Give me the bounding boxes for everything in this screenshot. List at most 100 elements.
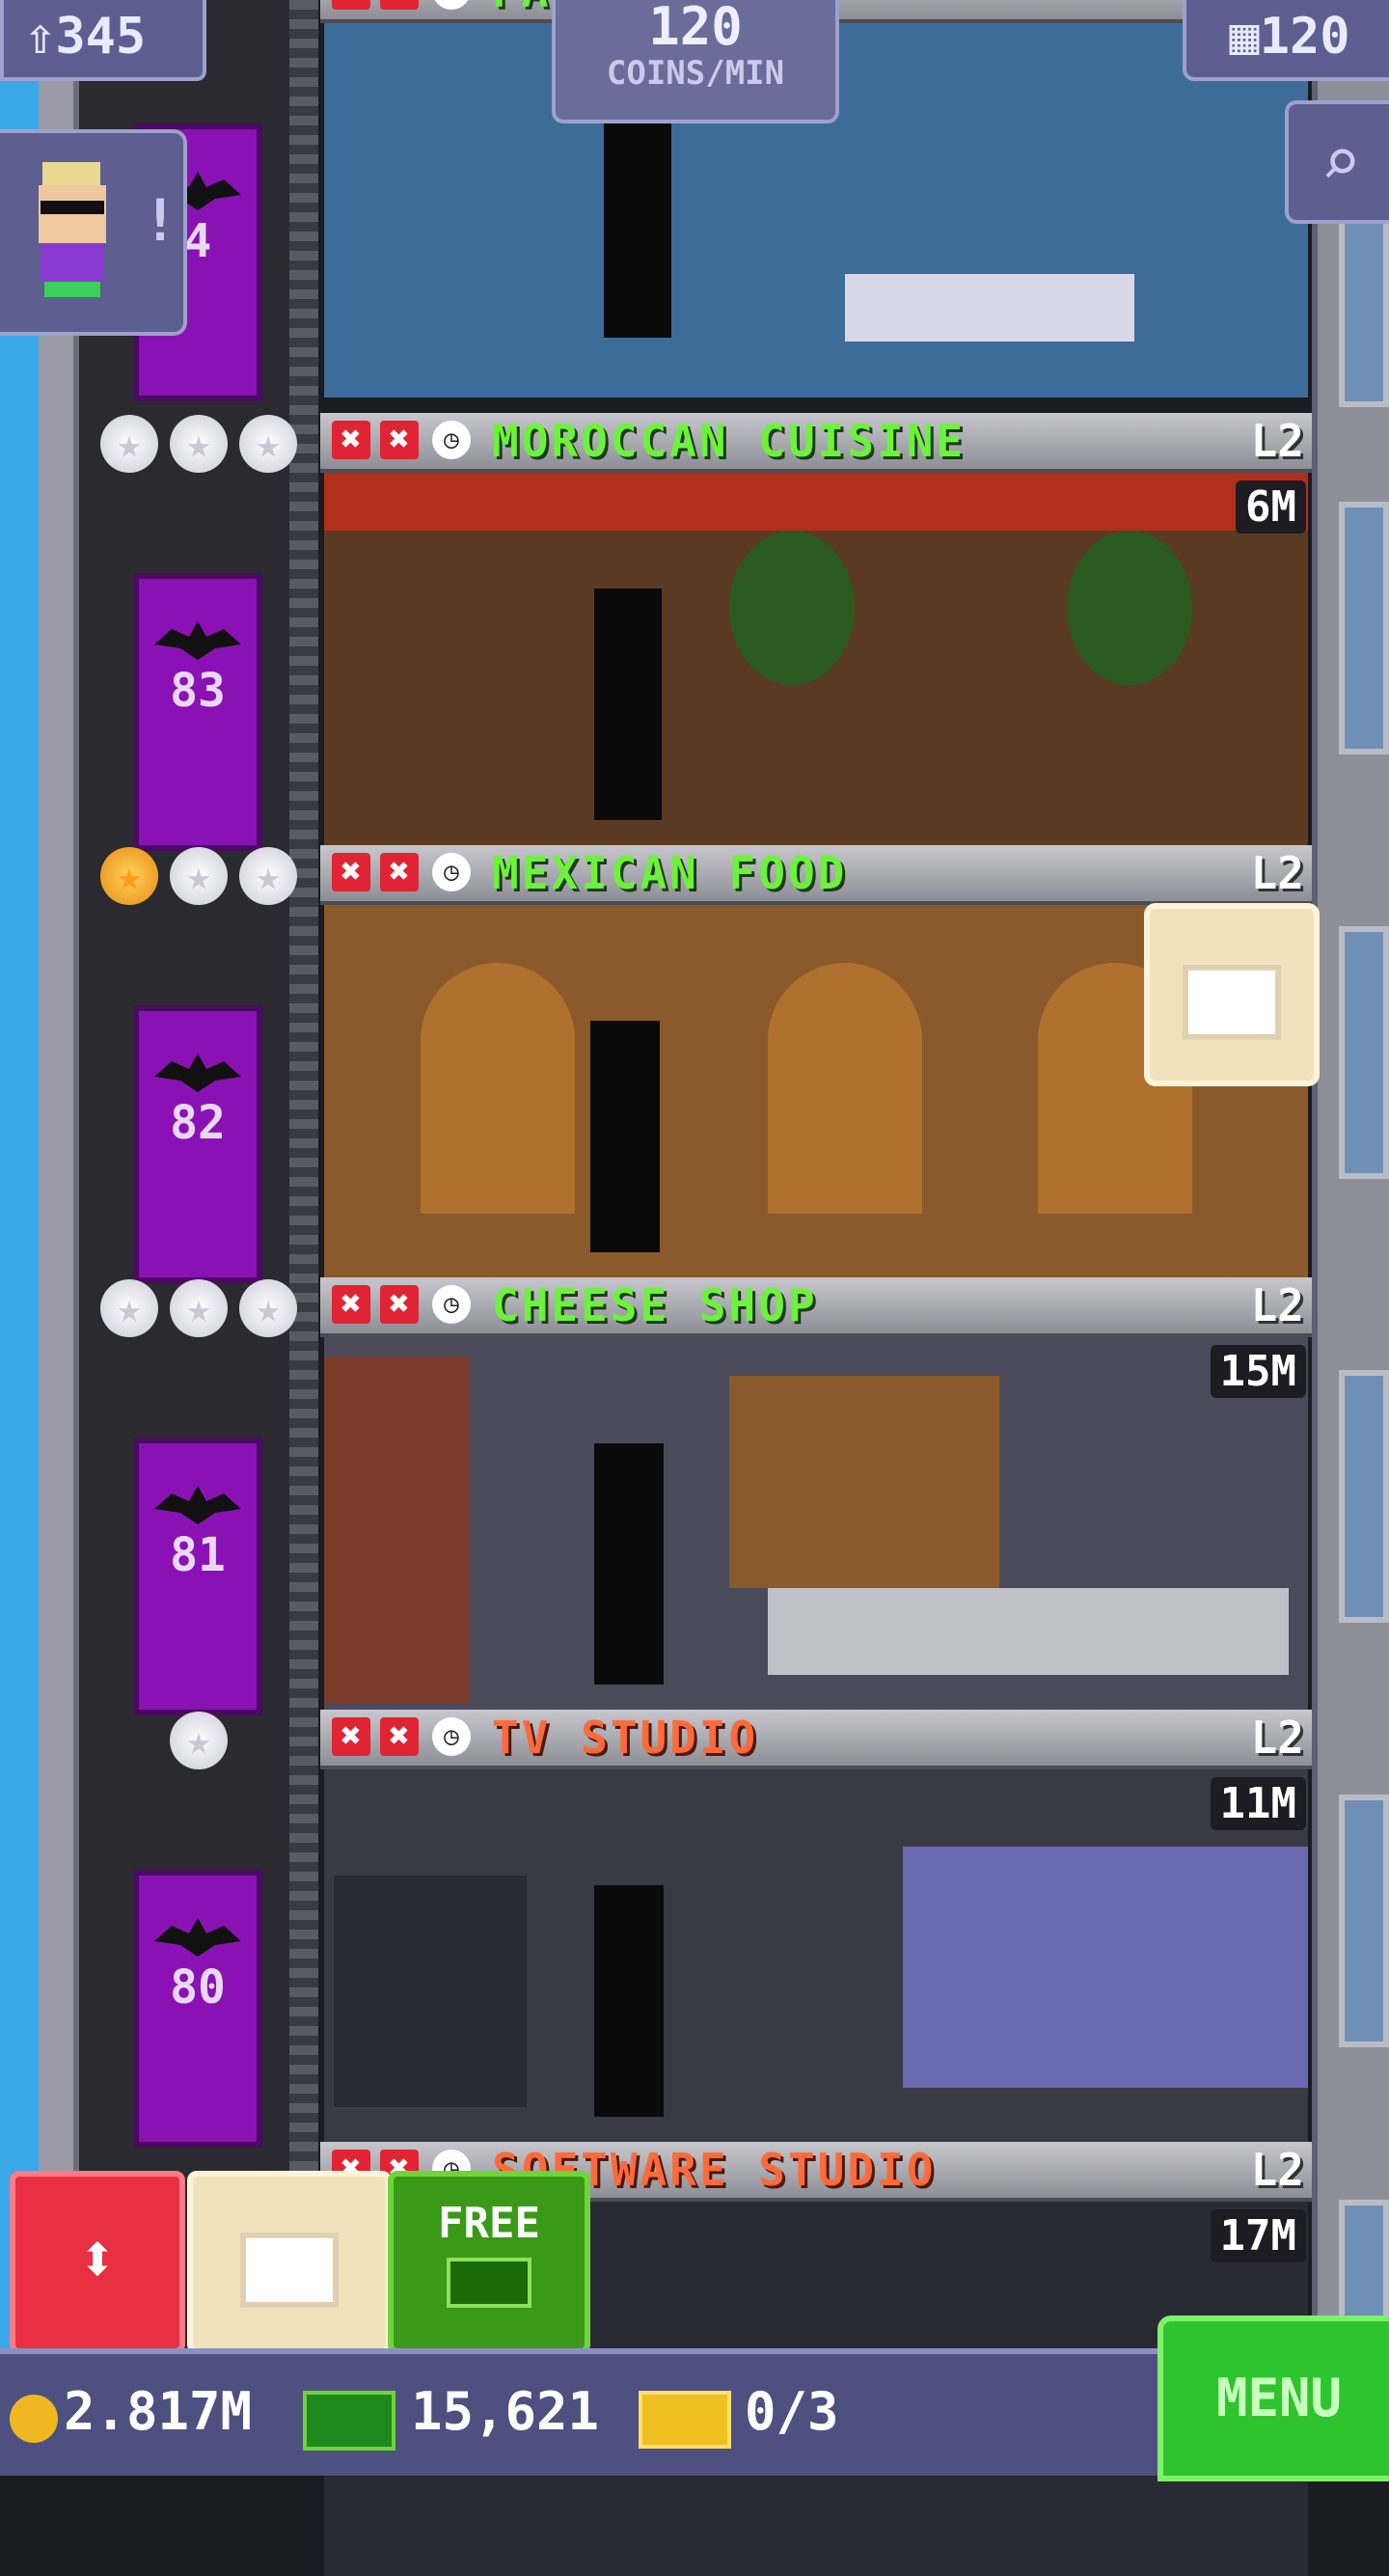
- clock-icon: ◷: [432, 1285, 471, 1324]
- elevator-cell: ★ ★ ★ 82: [79, 845, 297, 1283]
- floor-room[interactable]: [324, 473, 1308, 847]
- elevator-car[interactable]: 82: [133, 1005, 262, 1283]
- menu-button[interactable]: MENU: [1158, 2316, 1389, 2481]
- clock-icon: ◷: [432, 853, 471, 891]
- pants: [44, 282, 100, 297]
- cheese-shelf: [729, 1376, 999, 1588]
- visitor-notification[interactable]: !: [0, 129, 187, 336]
- person-up-icon: ⇧: [25, 8, 56, 66]
- floor-room[interactable]: [324, 1769, 1308, 2144]
- alert-icon: !: [143, 187, 178, 255]
- arch: [768, 963, 922, 1214]
- clock-icon: ◷: [432, 0, 471, 10]
- bat-icon: [154, 1486, 241, 1524]
- elevator-car[interactable]: 81: [133, 1438, 262, 1715]
- floor-tv-studio[interactable]: ✖ ✖ ◷ TV STUDIO L2 11M: [320, 1710, 1312, 2144]
- star-icon: ★: [100, 1279, 158, 1337]
- visitor-avatar: [25, 162, 118, 297]
- ticket-icon: [639, 2391, 731, 2449]
- window: [1339, 1370, 1389, 1623]
- magnifier-icon: ⌕: [1320, 123, 1362, 202]
- bat-icon: [154, 621, 241, 660]
- face: [39, 185, 106, 243]
- floor-count-value: 120: [1259, 8, 1350, 66]
- search-button[interactable]: ⌕: [1285, 100, 1389, 224]
- floor-level: L2: [1250, 1279, 1304, 1331]
- free-label: FREE: [438, 2199, 540, 2248]
- bux-icon: [447, 2258, 531, 2308]
- population-counter[interactable]: ⇧345: [0, 0, 206, 81]
- floor-name: MOROCCAN CUISINE: [492, 415, 967, 467]
- x-icon: ✖: [380, 0, 419, 10]
- door: [594, 1443, 664, 1685]
- star-icon: ★: [239, 1279, 297, 1337]
- building-left-wall: [39, 0, 79, 2373]
- floor-level: L2: [1250, 2144, 1304, 2196]
- building-right-wall: [1312, 0, 1389, 2453]
- floor-bar: ✖ ✖ ◷ TV STUDIO L2: [320, 1710, 1312, 1769]
- menu-label: MENU: [1215, 2368, 1343, 2428]
- star-icon: ★: [239, 415, 297, 473]
- elevator-car[interactable]: 83: [133, 573, 262, 851]
- floor-bar: ✖ ✖ ◷ MOROCCAN CUISINE L2: [320, 413, 1312, 473]
- elevator-car[interactable]: 80: [133, 1870, 262, 2148]
- elevator-floor-number: 80: [170, 1960, 226, 2014]
- elevator-cell: ★ ★ ★ 81: [79, 1277, 297, 1715]
- x-icon: ✖: [332, 1717, 370, 1756]
- crate-icon: [240, 2232, 339, 2308]
- x-icon: ✖: [332, 421, 370, 459]
- coin-rate-panel[interactable]: 120 COINS/MIN: [552, 0, 839, 123]
- x-icon: ✖: [380, 1285, 419, 1324]
- floor-count[interactable]: ▦120: [1183, 0, 1389, 81]
- build-floor-button[interactable]: [1144, 903, 1320, 1086]
- star-icon: ★: [170, 847, 228, 905]
- star-rating: ★ ★ ★: [89, 415, 301, 473]
- bat-icon: [154, 1054, 241, 1092]
- floor-level: L2: [1250, 415, 1304, 467]
- floor-moroccan-cuisine[interactable]: ✖ ✖ ◷ MOROCCAN CUISINE L2 6M: [320, 413, 1312, 847]
- window: [1339, 502, 1389, 754]
- floor-room[interactable]: [324, 1337, 1308, 1712]
- floor-level: L2: [1250, 1712, 1304, 1764]
- shirt: [41, 243, 104, 282]
- star-icon: ★: [239, 847, 297, 905]
- elevator-floor-number: 83: [170, 664, 226, 718]
- floor-bar: ✖ ✖ ◷ CHEESE SHOP L2: [320, 1277, 1312, 1337]
- counter: [768, 1588, 1289, 1675]
- brick-wall: [324, 1357, 469, 1704]
- coins-value: 2.817M: [64, 2381, 253, 2442]
- floor-level: L2: [1250, 847, 1304, 899]
- palm-plant: [729, 531, 855, 685]
- floor-name: MEXICAN FOOD: [492, 847, 848, 899]
- star-rating: ★ ★ ★: [89, 847, 301, 905]
- bux-icon: [303, 2391, 395, 2451]
- x-icon: ✖: [332, 853, 370, 891]
- stock-badge: 15M: [1210, 1345, 1306, 1398]
- build-button[interactable]: [187, 2171, 392, 2354]
- door: [590, 1021, 660, 1252]
- star-icon: ★: [170, 415, 228, 473]
- clock-icon: ◷: [432, 421, 471, 459]
- elevator-rail: [289, 0, 318, 2373]
- window: [1339, 1795, 1389, 2047]
- floor-cheese-shop[interactable]: ✖ ✖ ◷ CHEESE SHOP L2 15M: [320, 1277, 1312, 1712]
- free-bux-button[interactable]: FREE: [388, 2171, 590, 2354]
- clock-icon: ◷: [432, 1717, 471, 1756]
- tickets-value: 0/3: [745, 2381, 839, 2442]
- dining-table: [845, 274, 1134, 342]
- door: [594, 1885, 664, 2117]
- coin-rate-unit: COINS/MIN: [606, 54, 785, 93]
- coin-icon: [10, 2395, 58, 2443]
- palm-plant: [1067, 531, 1192, 685]
- star-icon: ★: [100, 415, 158, 473]
- door: [594, 589, 662, 820]
- up-down-arrows-icon: ⬍: [76, 2219, 119, 2298]
- population-value: 345: [55, 8, 147, 66]
- canopy: [324, 473, 1308, 531]
- elevator-button[interactable]: ⬍: [10, 2171, 185, 2354]
- window: [1339, 926, 1389, 1179]
- coin-rate-value: 120: [648, 0, 743, 57]
- building-icon: ▦: [1229, 8, 1260, 66]
- x-icon: ✖: [380, 1717, 419, 1756]
- door: [604, 120, 671, 338]
